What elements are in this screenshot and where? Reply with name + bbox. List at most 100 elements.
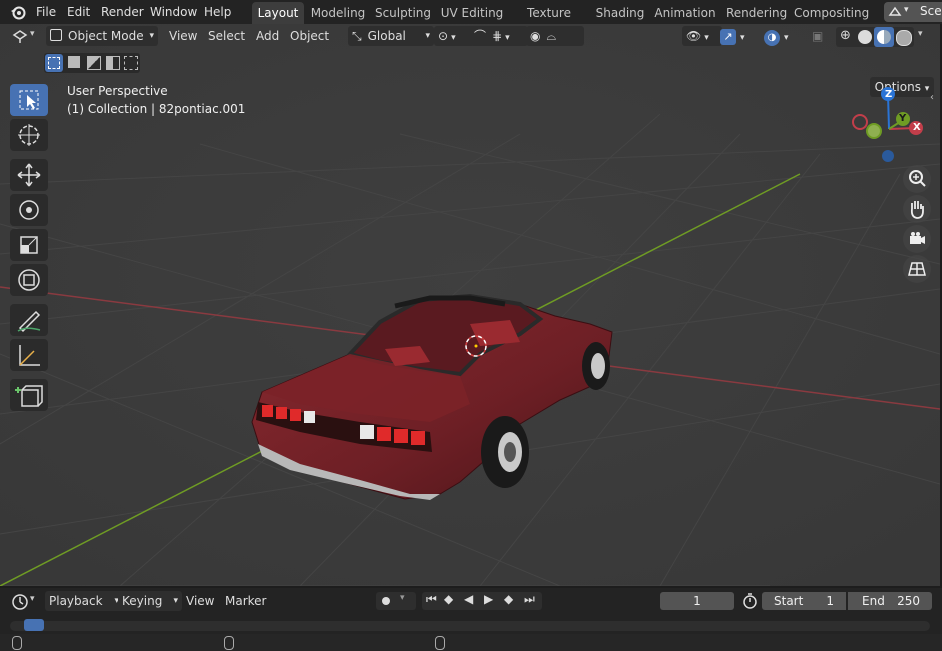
gizmo-y-label: Y [899,113,907,124]
zoom-button[interactable] [903,165,931,193]
3d-viewport[interactable]: ▾ Object Mode ▾ View Select Add Object ⤡… [0,24,942,586]
jump-end-icon[interactable]: ⏭ [524,592,535,607]
scene-selector[interactable]: ▾ Sce [884,2,942,22]
snap-dropdown[interactable]: ⌒ ⋕ ▾ [470,26,528,46]
frame-scrubber[interactable] [10,619,930,631]
wireframe-shading-icon[interactable]: ⊕ [840,28,851,43]
neg-x-axis-icon[interactable] [852,114,868,130]
chevron-down-icon: ▾ [505,33,510,43]
select-extend-icon[interactable] [68,56,80,68]
chevron-down-icon[interactable]: ▾ [918,29,923,39]
menu-object[interactable]: Object [290,26,329,46]
orientation-dropdown[interactable]: ⤡ Global ▾ [348,26,434,46]
mode-label: Object Mode [68,29,144,43]
next-keyframe-icon[interactable]: ◆ [504,592,513,606]
ortho-toggle-button[interactable] [903,255,931,283]
tab-sculpting[interactable]: Sculpting [374,2,432,24]
tab-modeling[interactable]: Modeling [308,2,368,24]
end-frame-field[interactable]: End 250 [848,592,932,610]
jump-start-icon[interactable]: ⏮ [426,592,437,607]
zoom-icon [909,170,926,187]
menu-add[interactable]: Add [256,26,279,46]
pivot-point-dropdown[interactable]: ⊙ ▾ [434,26,474,46]
blender-logo-icon[interactable] [10,4,26,20]
material-preview-icon [877,30,891,44]
stopwatch-icon[interactable] [740,591,760,611]
tool-move[interactable] [10,159,48,191]
play-reverse-icon[interactable]: ◀ [464,592,473,606]
gizmo-x-label: X [913,122,921,133]
menu-select[interactable]: Select [208,26,245,46]
select-invert-icon[interactable] [106,56,120,70]
falloff-icon: ⌓ [546,29,556,43]
proportional-edit[interactable]: ◉ ⌓ [526,26,584,46]
tab-uv-editing[interactable]: UV Editing [440,2,504,24]
tool-measure[interactable] [10,339,48,371]
chevron-down-icon[interactable]: ▾ [400,593,405,603]
current-frame-indicator[interactable] [24,619,44,631]
tab-compositing[interactable]: Compositing [794,2,869,24]
playback-label: Playback [49,594,103,608]
camera-view-button[interactable] [903,225,931,253]
menu-render[interactable]: Render [101,3,144,21]
timeline-view-menu[interactable]: View [186,591,214,611]
select-subtract-icon[interactable] [87,56,101,70]
xray-icon[interactable]: ▣ [812,26,823,46]
grid-perspective-icon [908,262,926,276]
material-shading-button[interactable] [874,27,894,47]
scale-icon [20,236,38,254]
viewport-perspective-label: User Perspective [67,84,168,98]
timeline-editor-icon[interactable] [10,592,30,612]
menu-window[interactable]: Window [150,3,197,21]
transform-icon [18,269,40,291]
overlays-dropdown[interactable]: ◑ ▾ [764,26,804,46]
rendered-shading-icon[interactable] [896,30,912,46]
prev-keyframe-icon[interactable]: ◆ [444,592,453,606]
tool-annotate[interactable] [10,304,48,336]
neg-z-axis-icon[interactable] [882,150,894,162]
editor-type-icon[interactable] [10,27,30,47]
neg-y-axis-icon[interactable] [866,123,882,139]
play-icon[interactable]: ▶ [484,592,493,606]
keying-dropdown[interactable]: Keying ▾ [118,591,182,611]
menu-view[interactable]: View [169,26,197,46]
menu-edit[interactable]: Edit [67,3,90,21]
auto-keying-group: ▾ [376,592,416,610]
tool-scale[interactable] [10,229,48,261]
tab-shading[interactable]: Shading [594,2,646,24]
select-intersect-icon[interactable] [124,56,138,70]
start-frame-field[interactable]: Start 1 [762,592,846,610]
tab-rendering[interactable]: Rendering [726,2,787,24]
tool-add-cube[interactable] [10,379,48,411]
solid-shading-icon[interactable] [858,30,872,44]
tool-select-box[interactable] [10,84,48,116]
current-frame-field[interactable]: 1 [660,592,734,610]
tab-layout[interactable]: Layout [252,2,304,24]
add-cube-icon [15,385,43,407]
select-mode-group [44,53,140,73]
mode-dropdown[interactable]: Object Mode ▾ [46,26,158,46]
menu-file[interactable]: File [36,3,56,21]
tool-rotate[interactable] [10,194,48,226]
playback-dropdown[interactable]: Playback ▾ [45,591,123,611]
shading-mode-group: ⊕ [836,27,914,47]
tool-transform[interactable] [10,264,48,296]
chevron-down-icon: ▾ [704,33,709,43]
tab-texture-paint[interactable]: Texture Paint [512,2,586,42]
move-icon [17,163,41,187]
menu-help[interactable]: Help [204,3,231,21]
pan-button[interactable] [903,195,931,223]
chevron-down-icon: ▾ [30,29,35,39]
select-new-icon[interactable] [45,54,63,72]
timeline-track-area[interactable] [0,634,942,651]
tool-cursor[interactable] [10,119,48,151]
mouse-icon [12,636,22,650]
pivot-icon: ⊙ [438,29,449,43]
chevron-down-icon: ▾ [740,33,745,43]
visibility-dropdown[interactable]: 👁 ▾ [682,26,722,46]
record-icon[interactable] [382,597,390,605]
tab-animation[interactable]: Animation [654,2,716,24]
timeline-marker-menu[interactable]: Marker [225,591,266,611]
gizmo-dropdown[interactable]: ↗ ▾ [720,26,760,46]
sidebar-toggle-icon[interactable]: ‹ [930,92,934,103]
